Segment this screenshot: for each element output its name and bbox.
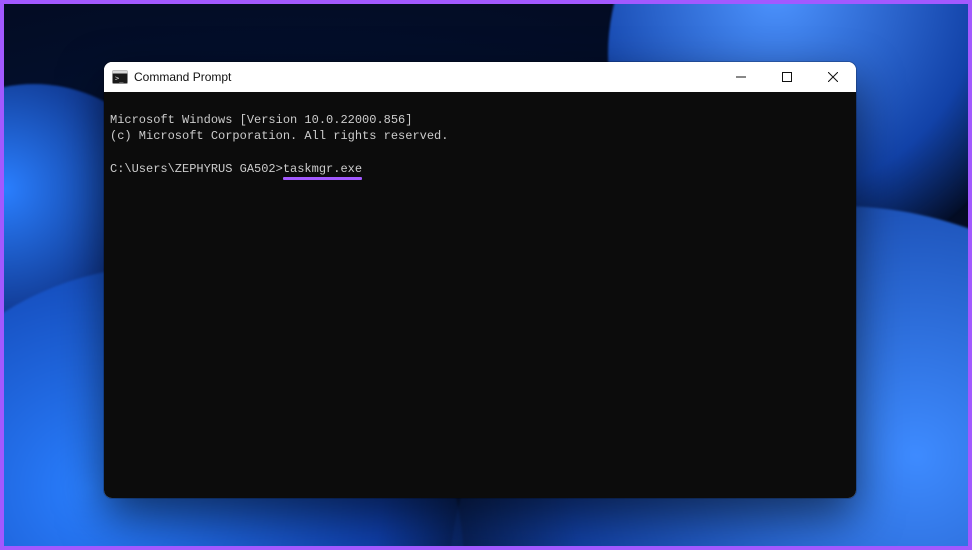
svg-text:>_: >_	[115, 75, 124, 83]
window-title: Command Prompt	[134, 70, 231, 84]
terminal-typed-command: taskmgr.exe	[283, 162, 362, 176]
command-prompt-icon: >_	[112, 69, 128, 85]
terminal-output-line: (c) Microsoft Corporation. All rights re…	[110, 129, 448, 143]
terminal-area[interactable]: Microsoft Windows [Version 10.0.22000.85…	[104, 92, 856, 498]
window-controls	[718, 62, 856, 92]
terminal-prompt: C:\Users\ZEPHYRUS GA502>	[110, 162, 283, 176]
command-highlight-underline	[283, 177, 362, 180]
terminal-output-line: Microsoft Windows [Version 10.0.22000.85…	[110, 113, 412, 127]
titlebar[interactable]: >_ Command Prompt	[104, 62, 856, 92]
command-prompt-window: >_ Command Prompt Micr	[104, 62, 856, 498]
close-button[interactable]	[810, 62, 856, 92]
desktop-wallpaper: >_ Command Prompt Micr	[4, 4, 968, 546]
minimize-button[interactable]	[718, 62, 764, 92]
maximize-button[interactable]	[764, 62, 810, 92]
